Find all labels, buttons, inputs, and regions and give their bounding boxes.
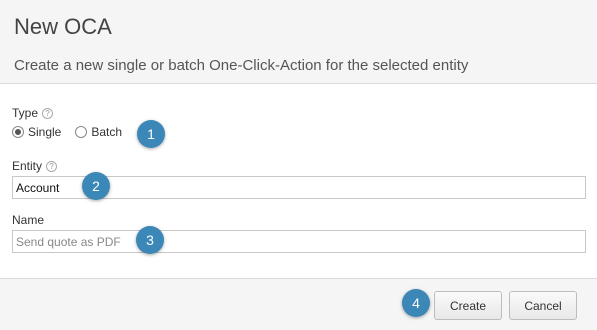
dialog-subtitle: Create a new single or batch One-Click-A… xyxy=(14,57,469,74)
step-badge-3: 3 xyxy=(136,226,164,254)
single-radio[interactable] xyxy=(12,126,24,138)
cancel-button[interactable]: Cancel xyxy=(509,291,577,320)
type-option-batch[interactable]: Batch xyxy=(75,125,122,139)
type-label-row: Type ? xyxy=(12,106,54,120)
step-badge-1: 1 xyxy=(137,120,165,148)
type-option-single[interactable]: Single xyxy=(12,125,61,139)
entity-label: Entity xyxy=(12,159,43,173)
type-radio-group: Single Batch xyxy=(12,125,136,139)
create-button[interactable]: Create xyxy=(434,291,502,320)
new-oca-dialog: New OCA Create a new single or batch One… xyxy=(0,0,597,330)
step-badge-2: 2 xyxy=(82,172,110,200)
name-label: Name xyxy=(12,213,45,227)
batch-radio-label: Batch xyxy=(91,125,123,139)
dialog-header: New OCA Create a new single or batch One… xyxy=(0,0,597,84)
entity-label-row: Entity ? xyxy=(12,159,58,173)
single-radio-label: Single xyxy=(28,125,62,139)
name-label-row: Name xyxy=(12,213,44,227)
step-badge-4: 4 xyxy=(402,289,430,317)
name-field[interactable] xyxy=(12,230,586,253)
help-icon[interactable]: ? xyxy=(46,160,58,172)
dialog-title: New OCA xyxy=(14,14,112,39)
type-label: Type xyxy=(12,106,39,120)
help-icon[interactable]: ? xyxy=(42,107,54,119)
batch-radio[interactable] xyxy=(75,126,88,138)
dialog-footer: Create Cancel xyxy=(0,278,597,330)
